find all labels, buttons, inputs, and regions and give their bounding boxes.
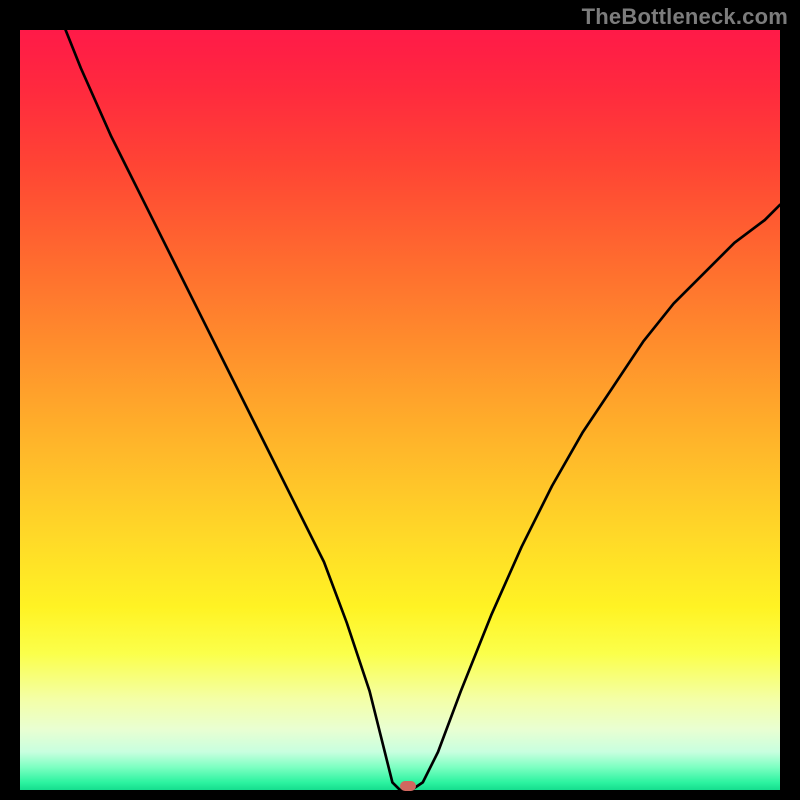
optimum-marker: [400, 781, 416, 791]
plot-area: [20, 30, 780, 790]
bottleneck-curve: [20, 30, 780, 790]
chart-frame: TheBottleneck.com: [0, 0, 800, 800]
curve-path: [66, 30, 780, 790]
attribution-label: TheBottleneck.com: [582, 4, 788, 30]
